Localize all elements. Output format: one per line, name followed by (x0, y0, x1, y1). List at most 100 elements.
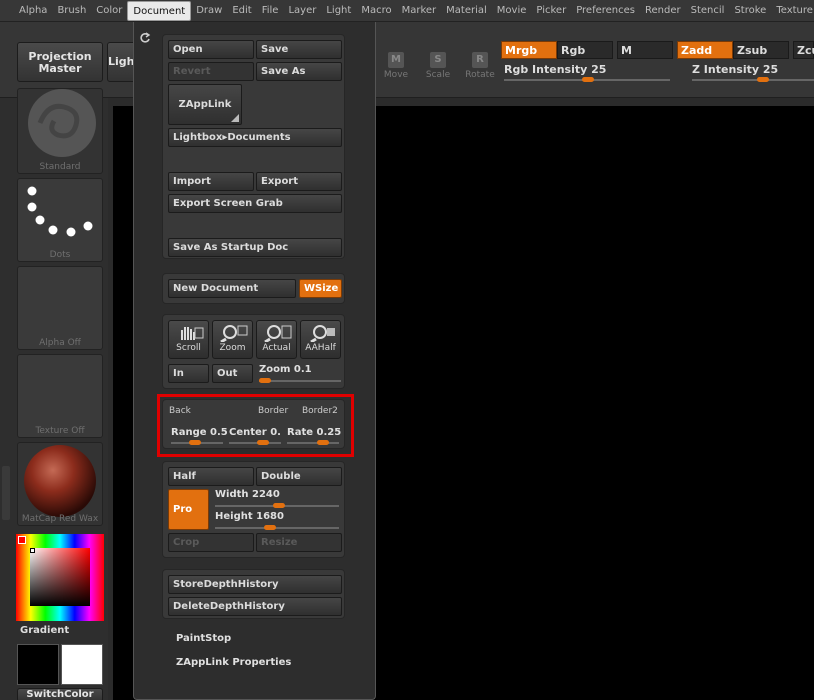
menu-movie[interactable]: Movie (492, 1, 532, 21)
texture-selector[interactable]: Texture Off (17, 354, 103, 438)
move-tool[interactable]: M Move (376, 46, 416, 86)
left-collapse-handle[interactable] (2, 466, 10, 520)
menu-picker[interactable]: Picker (531, 1, 571, 21)
open-button[interactable]: Open (168, 40, 254, 59)
save-button[interactable]: Save (256, 40, 342, 59)
z-intensity-value: 25 (762, 63, 779, 76)
zoom-slider-label: Zoom (259, 364, 291, 375)
pro-button[interactable]: Pro (168, 489, 209, 530)
menu-edit[interactable]: Edit (227, 1, 256, 21)
rgb-intensity-value: 25 (591, 63, 607, 76)
width-knob[interactable] (273, 503, 285, 508)
switchcolor-button[interactable]: SwitchColor (17, 688, 103, 700)
import-button[interactable]: Import (168, 172, 254, 191)
rgb-button[interactable]: Rgb (557, 41, 613, 59)
height-knob[interactable] (264, 525, 276, 530)
file-group: Open Save Revert Save As ZAppLink Lightb… (162, 34, 345, 259)
save-as-startup-doc-button[interactable]: Save As Startup Doc (168, 238, 342, 257)
material-selector[interactable]: MatCap Red Wax (17, 442, 103, 526)
resize-button[interactable]: Resize (256, 533, 342, 552)
delete-depth-history-button[interactable]: DeleteDepthHistory (168, 597, 342, 616)
menu-color[interactable]: Color (91, 1, 127, 21)
height-value: 1680 (256, 511, 284, 522)
alpha-label: Alpha Off (39, 338, 81, 348)
brush-label: Standard (39, 162, 81, 172)
alpha-selector[interactable]: Alpha Off (17, 266, 103, 350)
export-screen-grab-button[interactable]: Export Screen Grab (168, 194, 342, 213)
crop-button[interactable]: Crop (168, 533, 254, 552)
menu-alpha[interactable]: Alpha (14, 1, 52, 21)
scale-tool[interactable]: S Scale (418, 46, 458, 86)
zoom-button[interactable]: Zoom (212, 320, 253, 359)
menu-material[interactable]: Material (441, 1, 492, 21)
menu-file[interactable]: File (257, 1, 284, 21)
zoom-label: Zoom (219, 343, 246, 353)
save-as-button[interactable]: Save As (256, 62, 342, 81)
menu-render[interactable]: Render (640, 1, 686, 21)
menu-stencil[interactable]: Stencil (686, 1, 730, 21)
lightbox-documents-button[interactable]: Lightbox▸Documents (168, 128, 342, 147)
projection-master-button[interactable]: Projection Master (17, 42, 103, 82)
new-document-group: New Document WSize (162, 273, 345, 304)
scroll-button[interactable]: Scroll (168, 320, 209, 359)
rgb-intensity-slider[interactable]: Rgb Intensity 25 (504, 63, 606, 76)
z-intensity-knob[interactable] (757, 77, 769, 82)
menu-layer[interactable]: Layer (283, 1, 321, 21)
mrgb-button[interactable]: Mrgb (501, 41, 557, 59)
menu-marker[interactable]: Marker (397, 1, 442, 21)
zoom-slider-value: 0.1 (293, 364, 312, 375)
gradient-label[interactable]: Gradient (20, 625, 69, 636)
menu-preferences[interactable]: Preferences (571, 1, 640, 21)
color-marker-white (30, 548, 35, 553)
store-depth-history-button[interactable]: StoreDepthHistory (168, 575, 342, 594)
refresh-icon[interactable] (139, 32, 151, 44)
z-intensity-slider[interactable]: Z Intensity 25 (692, 63, 778, 76)
zsub-button[interactable]: Zsub (733, 41, 789, 59)
move-icon: M (388, 52, 404, 68)
top-shelf: Projection Master LightBox M Move S Scal… (0, 22, 814, 98)
menu-stroke[interactable]: Stroke (729, 1, 771, 21)
aahalf-label: AAHalf (305, 343, 336, 353)
aahalf-button[interactable]: AAHalf (300, 320, 341, 359)
m-button[interactable]: M (617, 41, 673, 59)
wsize-button[interactable]: WSize (299, 279, 342, 298)
double-button[interactable]: Double (256, 467, 342, 486)
half-button[interactable]: Half (168, 467, 254, 486)
stroke-selector[interactable]: Dots (17, 178, 103, 262)
color-picker[interactable] (16, 534, 104, 621)
left-palette: Standard Dots Alpha Off Texture Off MatC… (0, 88, 108, 700)
color-marker (18, 536, 26, 544)
menu-macro[interactable]: Macro (356, 1, 396, 21)
menu-brush[interactable]: Brush (52, 1, 91, 21)
new-document-button[interactable]: New Document (168, 279, 296, 298)
zapplink-button[interactable]: ZAppLink (168, 84, 242, 125)
secondary-color-swatch[interactable] (61, 644, 103, 685)
paintstop-subpalette[interactable]: PaintStop (176, 633, 231, 644)
zoom-out-button[interactable]: Out (212, 364, 253, 383)
brush-selector[interactable]: Standard (17, 88, 103, 174)
rotate-tool[interactable]: R Rotate (460, 46, 500, 86)
zapplink-properties-subpalette[interactable]: ZAppLink Properties (176, 657, 291, 668)
rgb-intensity-knob[interactable] (582, 77, 594, 82)
actual-button[interactable]: Actual (256, 320, 297, 359)
export-button[interactable]: Export (256, 172, 342, 191)
depth-history-group: StoreDepthHistory DeleteDepthHistory (162, 569, 345, 619)
zoom-slider[interactable]: Zoom 0.1 (259, 364, 343, 375)
menu-draw[interactable]: Draw (191, 1, 227, 21)
annotation-highlight-box (157, 394, 354, 457)
material-sphere-icon (24, 445, 96, 517)
menu-texture[interactable]: Texture (771, 1, 814, 21)
color-square[interactable] (30, 548, 90, 606)
zadd-button[interactable]: Zadd (677, 41, 733, 59)
zcut-button[interactable]: Zcu (793, 41, 814, 59)
menu-document[interactable]: Document (127, 0, 192, 21)
revert-button[interactable]: Revert (168, 62, 254, 81)
height-label: Height (215, 511, 253, 522)
menu-light[interactable]: Light (321, 1, 356, 21)
main-color-swatch[interactable] (17, 644, 59, 685)
width-slider[interactable]: Width 2240 (215, 489, 341, 500)
zoom-knob[interactable] (259, 378, 271, 383)
height-slider[interactable]: Height 1680 (215, 511, 341, 522)
zoom-in-button[interactable]: In (168, 364, 209, 383)
document-menu-panel: Open Save Revert Save As ZAppLink Lightb… (133, 22, 376, 700)
